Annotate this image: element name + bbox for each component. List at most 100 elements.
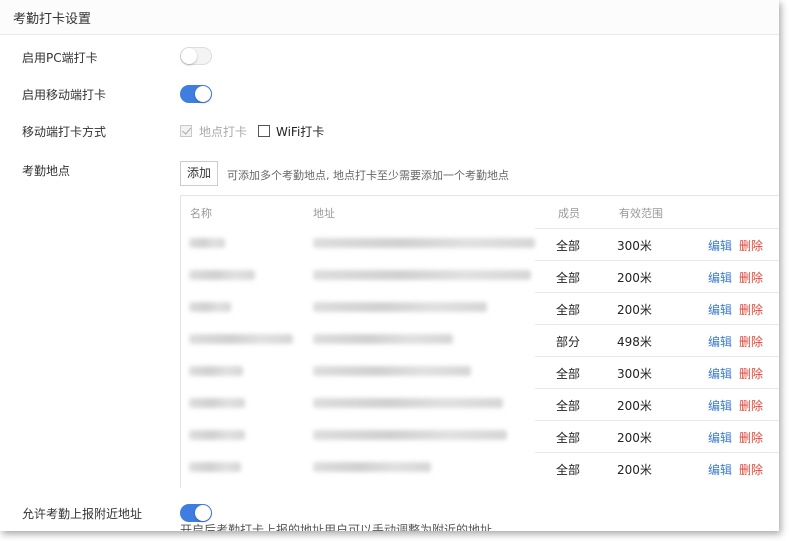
members-cell: 全部 [556, 399, 581, 413]
redacted-address [313, 398, 503, 408]
range-cell: 200米 [617, 303, 652, 317]
edit-link[interactable]: 编辑 [708, 333, 732, 350]
redacted-address [313, 302, 487, 312]
redacted-name [189, 462, 241, 472]
redacted-address [313, 270, 531, 280]
range-cell: 200米 [617, 271, 652, 285]
location-clock-label: 地点打卡 [199, 125, 248, 139]
pc-clock-toggle[interactable] [180, 47, 212, 65]
settings-header: 考勤打卡设置 [0, 0, 779, 35]
locations-table: 名称 地址 成员 有效范围 全部 300米 编辑 删除 全部 200米 编辑 删… [180, 195, 779, 488]
mobile-clock-label: 启用移动端打卡 [22, 88, 107, 102]
edit-link[interactable]: 编辑 [708, 301, 732, 318]
toggle-knob [181, 48, 197, 64]
redacted-area [181, 292, 535, 324]
redacted-name [189, 238, 225, 248]
members-cell: 全部 [556, 303, 581, 317]
range-cell: 200米 [617, 399, 652, 413]
settings-window: 考勤打卡设置 启用PC端打卡 启用移动端打卡 移动端打卡方式 地点打卡 WiFi… [0, 0, 779, 531]
redacted-name [189, 270, 255, 280]
members-cell: 全部 [556, 271, 581, 285]
redacted-area [181, 260, 535, 292]
redacted-area [181, 324, 535, 356]
wifi-clock-label: WiFi打卡 [276, 125, 325, 139]
locations-label: 考勤地点 [22, 164, 71, 178]
row-divider [535, 452, 779, 453]
range-cell: 300米 [617, 239, 652, 253]
nearby-description: 开启后考勤打卡上报的地址用户可以手动调整为附近的地址 [180, 523, 493, 531]
mobile-method-label: 移动端打卡方式 [22, 125, 107, 139]
redacted-name [189, 302, 231, 312]
locations-hint: 可添加多个考勤地点, 地点打卡至少需要添加一个考勤地点 [227, 169, 509, 182]
redacted-name [189, 366, 243, 376]
redacted-name [189, 430, 245, 440]
location-clock-checkbox[interactable] [180, 125, 192, 137]
delete-link[interactable]: 删除 [739, 461, 763, 478]
delete-link[interactable]: 删除 [739, 429, 763, 446]
redacted-area [181, 420, 535, 452]
range-cell: 200米 [617, 431, 652, 445]
redacted-address [313, 430, 507, 440]
redacted-address [313, 366, 471, 376]
delete-link[interactable]: 删除 [739, 365, 763, 382]
edit-link[interactable]: 编辑 [708, 429, 732, 446]
redacted-area [181, 452, 535, 484]
toggle-knob [195, 86, 211, 102]
redacted-name [189, 334, 293, 344]
check-icon [182, 125, 191, 135]
column-range: 有效范围 [619, 207, 663, 220]
wifi-clock-checkbox[interactable] [258, 125, 270, 137]
table-header: 名称 地址 成员 有效范围 [181, 196, 779, 228]
range-cell: 498米 [617, 335, 652, 349]
toggle-knob [195, 505, 211, 521]
edit-link[interactable]: 编辑 [708, 461, 732, 478]
table-row: 全部 200米 编辑 删除 [181, 388, 779, 420]
pc-clock-label: 启用PC端打卡 [22, 51, 98, 65]
page-title: 考勤打卡设置 [13, 12, 92, 27]
delete-link[interactable]: 删除 [739, 301, 763, 318]
table-row: 全部 200米 编辑 删除 [181, 420, 779, 452]
members-cell: 部分 [556, 335, 581, 349]
column-name: 名称 [190, 207, 212, 220]
row-divider [535, 228, 779, 229]
redacted-address [313, 462, 431, 472]
column-members: 成员 [558, 207, 580, 220]
add-location-button[interactable]: 添加 [180, 161, 218, 186]
edit-link[interactable]: 编辑 [708, 365, 732, 382]
row-divider [535, 292, 779, 293]
row-divider [535, 420, 779, 421]
row-divider [535, 356, 779, 357]
members-cell: 全部 [556, 367, 581, 381]
range-cell: 300米 [617, 367, 652, 381]
column-address: 地址 [313, 207, 335, 220]
row-divider [535, 388, 779, 389]
delete-link[interactable]: 删除 [739, 333, 763, 350]
table-row: 部分 498米 编辑 删除 [181, 324, 779, 356]
row-divider [535, 260, 779, 261]
redacted-name [189, 398, 245, 408]
edit-link[interactable]: 编辑 [708, 237, 732, 254]
members-cell: 全部 [556, 239, 581, 253]
range-cell: 200米 [617, 463, 652, 477]
table-row: 全部 200米 编辑 删除 [181, 260, 779, 292]
members-cell: 全部 [556, 463, 581, 477]
table-row: 全部 200米 编辑 删除 [181, 292, 779, 324]
table-row: 全部 200米 编辑 删除 [181, 452, 779, 484]
edit-link[interactable]: 编辑 [708, 397, 732, 414]
delete-link[interactable]: 删除 [739, 269, 763, 286]
redacted-address [313, 238, 535, 248]
nearby-label: 允许考勤上报附近地址 [22, 507, 143, 521]
edit-link[interactable]: 编辑 [708, 269, 732, 286]
table-row: 全部 300米 编辑 删除 [181, 356, 779, 388]
redacted-address [313, 334, 453, 344]
delete-link[interactable]: 删除 [739, 397, 763, 414]
row-divider [535, 324, 779, 325]
redacted-area [181, 388, 535, 420]
table-row: 全部 300米 编辑 删除 [181, 228, 779, 260]
redacted-area [181, 356, 535, 388]
members-cell: 全部 [556, 431, 581, 445]
mobile-clock-toggle[interactable] [180, 85, 212, 103]
delete-link[interactable]: 删除 [739, 237, 763, 254]
nearby-toggle[interactable] [180, 504, 212, 522]
redacted-area [181, 228, 535, 260]
